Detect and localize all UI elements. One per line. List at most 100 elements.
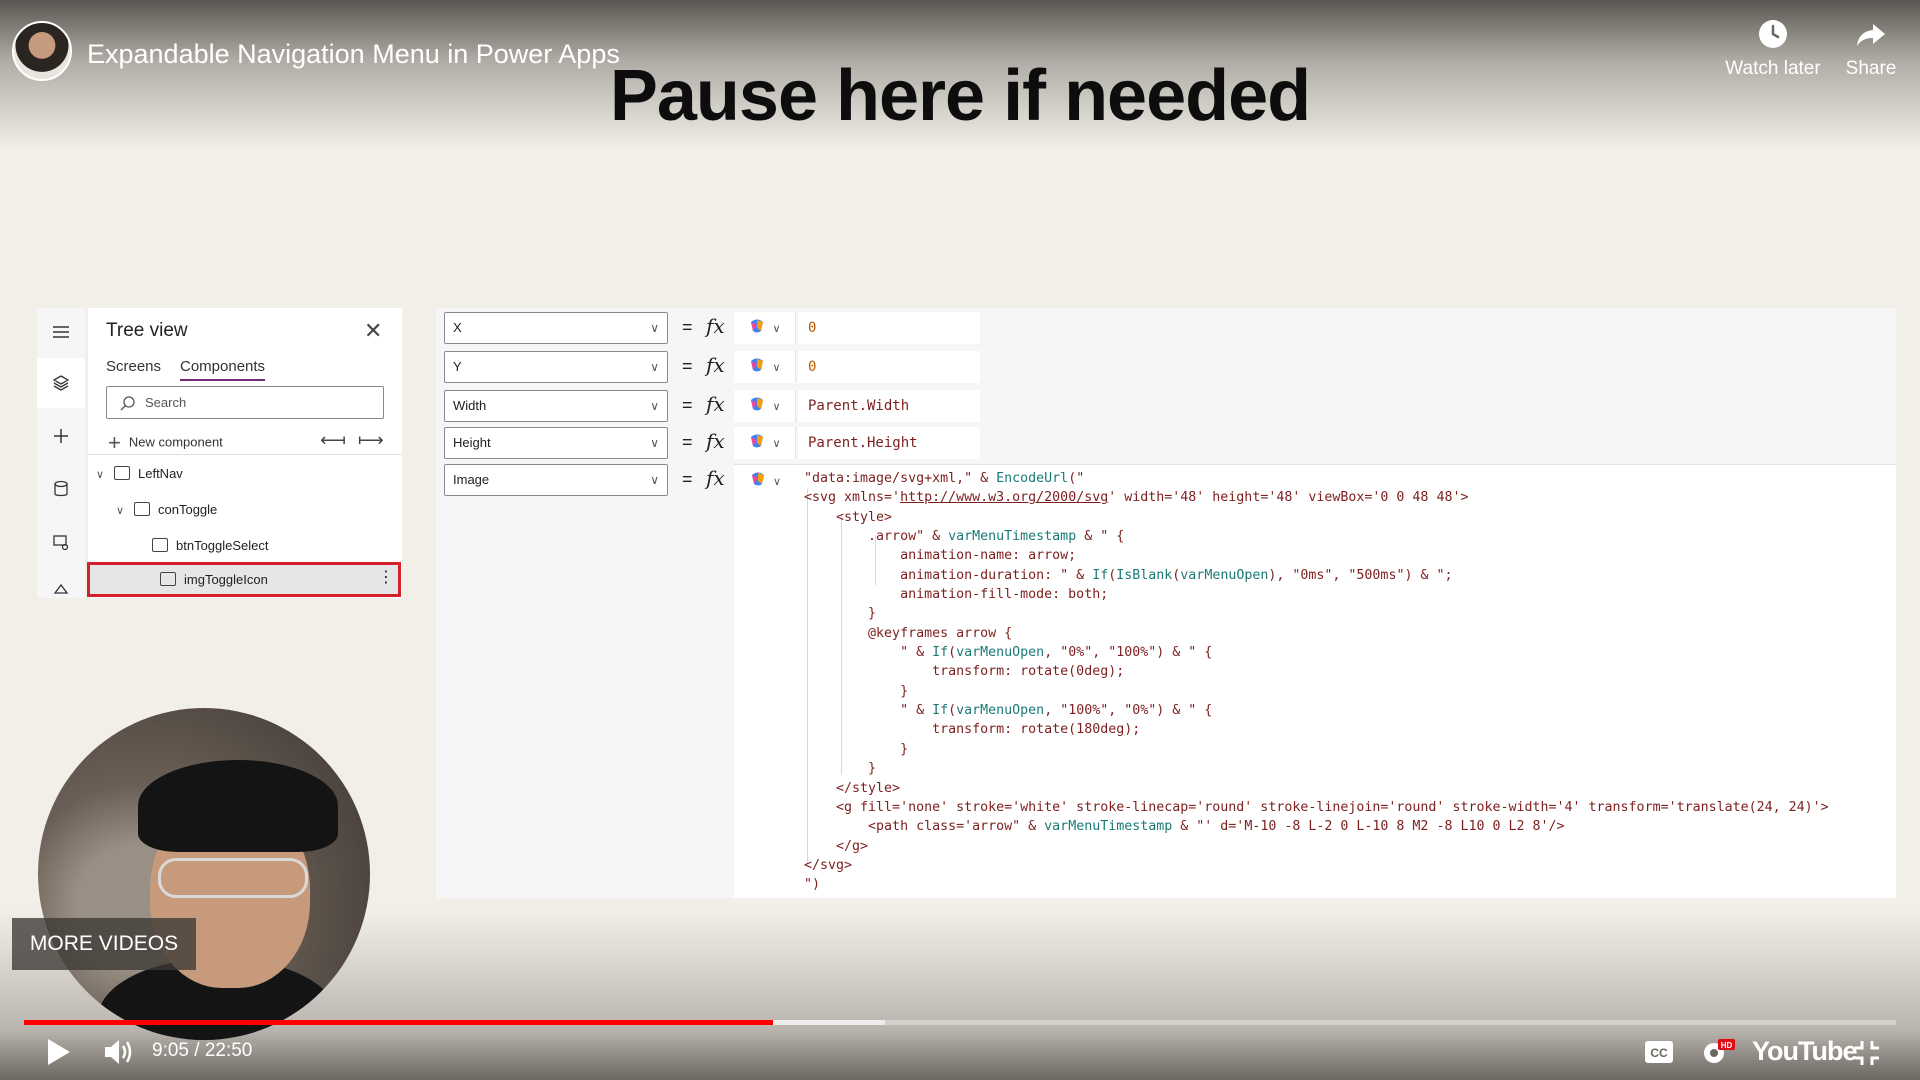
exit-fullscreen-icon xyxy=(1855,1041,1879,1065)
formula-value[interactable]: 0 xyxy=(798,312,980,344)
media-icon[interactable] xyxy=(49,530,73,554)
expand-arrow-icon[interactable]: ⟼ xyxy=(358,430,396,450)
search-placeholder: Search xyxy=(145,395,187,410)
code-line: </svg> xyxy=(804,857,853,873)
tree-node-imgtoggleicon[interactable]: imgToggleIcon ⋮ xyxy=(87,562,401,597)
time-display: 9:05 / 22:50 xyxy=(152,1040,253,1061)
settings-button[interactable]: HD xyxy=(1700,1036,1736,1073)
tree-search-input[interactable]: Search xyxy=(106,386,384,419)
tree-node-contoggle[interactable]: ∨ conToggle xyxy=(116,502,217,517)
code-line: animation-duration: " & If(IsBlank(varMe… xyxy=(804,567,1453,583)
tree-node-label: conToggle xyxy=(158,502,218,517)
property-select[interactable]: Image ∨ xyxy=(444,464,668,496)
code-line: animation-name: arrow; xyxy=(804,548,1077,564)
tree-node-label: LeftNav xyxy=(138,466,183,481)
property-row-width: Width ∨ = fx ∨ Parent.Width xyxy=(444,390,984,422)
new-component-button[interactable]: + New component xyxy=(108,430,223,456)
play-button[interactable] xyxy=(44,1036,74,1073)
code-line: .arrow" & varMenuTimestamp & " { xyxy=(804,529,1125,545)
code-line: animation-fill-mode: both; xyxy=(804,587,1109,603)
chevron-down-icon: ∨ xyxy=(772,322,781,335)
property-select[interactable]: Height ∨ xyxy=(444,427,668,459)
more-videos-button[interactable]: MORE VIDEOS xyxy=(12,918,196,970)
code-line: } xyxy=(804,741,909,757)
tree-node-label: imgToggleIcon xyxy=(184,572,268,587)
formula-editor[interactable]: ∨ "data:image/svg+xml," & EncodeUrl(" <sv… xyxy=(734,464,1896,898)
chevron-down-icon: ∨ xyxy=(772,437,781,450)
property-name: Image xyxy=(453,472,490,487)
new-component-label: New component xyxy=(128,434,223,450)
hamburger-menu-icon[interactable] xyxy=(49,320,73,344)
tree-view-panel: Tree view ✕ Screens Components Search + N… xyxy=(87,308,402,598)
presenter-cap xyxy=(138,760,338,852)
property-row-x: X ∨ = fx ∨ 0 xyxy=(444,312,984,344)
copilot-button[interactable]: ∨ xyxy=(734,390,796,422)
mute-button[interactable] xyxy=(102,1036,136,1073)
collapse-expand-arrows[interactable]: ⟻⟼ xyxy=(320,430,396,451)
code-line: transform: rotate(0deg); xyxy=(804,664,1125,680)
property-select[interactable]: X ∨ xyxy=(444,312,668,344)
copilot-icon xyxy=(748,356,766,379)
property-select[interactable]: Width ∨ xyxy=(444,390,668,422)
chevron-down-icon: ∨ xyxy=(650,360,659,374)
chevron-down-icon: ∨ xyxy=(772,475,782,488)
more-options-icon[interactable]: ⋮ xyxy=(378,563,394,592)
cc-icon: CC xyxy=(1645,1041,1673,1063)
play-icon xyxy=(48,1039,70,1065)
insert-plus-icon[interactable] xyxy=(49,424,73,448)
overlay-heading: Pause here if needed xyxy=(609,56,1311,136)
advanced-tools-icon[interactable] xyxy=(49,582,73,598)
chevron-down-icon[interactable]: ∨ xyxy=(116,504,130,517)
captions-button[interactable]: CC xyxy=(1644,1040,1674,1069)
tree-view-title: Tree view xyxy=(106,320,188,341)
property-name: Height xyxy=(453,435,491,450)
progress-played xyxy=(24,1020,773,1025)
youtube-logo[interactable]: YouTube xyxy=(1752,1036,1857,1067)
presenter-webcam xyxy=(38,708,370,1040)
formula-value[interactable]: Parent.Width xyxy=(798,390,980,422)
copilot-icon xyxy=(748,432,766,455)
gear-icon: HD xyxy=(1704,1039,1735,1063)
copilot-button[interactable]: ∨ xyxy=(734,427,796,459)
plus-icon: + xyxy=(108,430,121,455)
formula-area: X ∨ = fx ∨ 0 Y ∨ = fx ∨ 0 Width ∨ = fx ∨ Paren… xyxy=(436,308,1896,898)
equals-sign: = xyxy=(682,469,693,489)
chevron-down-icon: ∨ xyxy=(772,400,781,413)
code-line: " & If(varMenuOpen, "0%", "100%") & " { xyxy=(804,645,1213,661)
code-line: </style> xyxy=(804,780,901,796)
chevron-down-icon[interactable]: ∨ xyxy=(96,468,110,481)
chevron-down-icon: ∨ xyxy=(650,436,659,450)
property-select[interactable]: Y ∨ xyxy=(444,351,668,383)
collapse-arrow-icon[interactable]: ⟻ xyxy=(320,430,358,450)
equals-sign: = xyxy=(682,432,693,452)
chevron-down-icon: ∨ xyxy=(650,399,659,413)
copilot-button[interactable]: ∨ xyxy=(734,351,796,383)
tree-node-leftnav[interactable]: ∨ LeftNav xyxy=(96,466,183,481)
chevron-down-icon: ∨ xyxy=(772,361,781,374)
property-name: X xyxy=(453,320,462,335)
property-row-height: Height ∨ = fx ∨ Parent.Height xyxy=(444,427,984,459)
container-icon xyxy=(134,502,150,516)
tree-node-btntoggleselect[interactable]: btnToggleSelect xyxy=(148,538,269,553)
property-name: Width xyxy=(453,398,487,413)
tab-screens[interactable]: Screens xyxy=(106,358,161,375)
tab-components[interactable]: Components xyxy=(180,358,266,381)
formula-value[interactable]: 0 xyxy=(798,351,980,383)
copilot-button[interactable]: ∨ xyxy=(734,465,796,497)
progress-bar[interactable] xyxy=(24,1020,1896,1025)
data-cylinder-icon[interactable] xyxy=(49,477,73,501)
exit-fullscreen-button[interactable] xyxy=(1854,1040,1880,1071)
code-line: ") xyxy=(804,877,821,893)
copilot-button[interactable]: ∨ xyxy=(734,312,796,344)
fx-icon: fx xyxy=(706,353,725,377)
equals-sign: = xyxy=(682,317,693,337)
code-line: " & If(varMenuOpen, "100%", "0%") & " { xyxy=(804,703,1213,719)
code-line: <svg xmlns='http://www.w3.org/2000/svg' … xyxy=(804,490,1469,506)
formula-value[interactable]: Parent.Height xyxy=(798,427,980,459)
code-line: <style> xyxy=(804,509,893,525)
tree-view-layers-icon[interactable] xyxy=(49,371,73,395)
close-icon[interactable]: ✕ xyxy=(364,318,382,344)
volume-icon xyxy=(105,1040,132,1064)
fx-icon: fx xyxy=(706,392,725,416)
image-icon xyxy=(160,572,176,586)
